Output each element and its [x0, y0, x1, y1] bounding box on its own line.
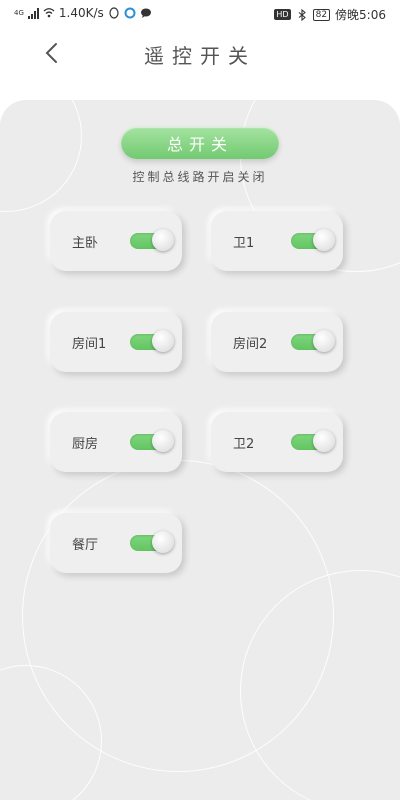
toggle-knob [152, 330, 174, 352]
toggle-knob [313, 229, 335, 251]
control-panel: 总开关 控制总线路开启关闭 主卧 卫1 房间1 房间2 厨房 卫2 餐厅 [0, 100, 400, 800]
switch-card-dining-room: 餐厅 [50, 513, 182, 573]
switch-label: 房间2 [233, 337, 268, 352]
switch-card-room-2: 房间2 [211, 312, 343, 372]
signal-icon [27, 7, 39, 19]
bluetooth-icon [298, 8, 306, 21]
switch-card-bathroom-2: 卫2 [211, 412, 343, 472]
battery-icon: 82 [312, 8, 331, 21]
master-switch-button[interactable]: 总开关 [121, 127, 279, 159]
status-right: HD 82 傍晚5:06 [274, 6, 386, 23]
status-time: 傍晚5:06 [335, 8, 386, 22]
network-speed: 1.40K/s [58, 6, 104, 20]
toggle-switch[interactable] [130, 531, 174, 553]
hd-badge: HD [274, 9, 291, 20]
switch-card-bathroom-1: 卫1 [211, 211, 343, 271]
switch-label: 主卧 [72, 236, 99, 251]
toggle-switch[interactable] [130, 229, 174, 251]
master-switch-description: 控制总线路开启关闭 [132, 170, 268, 184]
toggle-switch[interactable] [291, 430, 335, 452]
toggle-knob [313, 430, 335, 452]
switch-label: 卫1 [233, 236, 255, 251]
toggle-switch[interactable] [130, 330, 174, 352]
toggle-knob [313, 330, 335, 352]
toggle-switch[interactable] [291, 330, 335, 352]
toggle-knob [152, 430, 174, 452]
wifi-icon [43, 8, 55, 18]
status-left: 4G 1.40K/s [14, 6, 152, 20]
switch-label: 餐厅 [72, 538, 99, 553]
switch-label: 厨房 [72, 437, 99, 452]
qq-icon [109, 7, 119, 19]
master-switch-label: 总开关 [166, 135, 233, 154]
toggle-knob [152, 531, 174, 553]
toggle-switch[interactable] [130, 430, 174, 452]
switch-label: 房间1 [72, 337, 107, 352]
switch-card-room-1: 房间1 [50, 312, 182, 372]
decor-circle [0, 100, 82, 212]
switch-card-master-bedroom: 主卧 [50, 211, 182, 271]
toggle-knob [152, 229, 174, 251]
message-icon [140, 8, 151, 18]
status-bar: 4G 1.40K/s HD 82 傍晚5:06 [0, 0, 400, 28]
page-title: 遥控开关 [144, 44, 256, 68]
toggle-switch[interactable] [291, 229, 335, 251]
switch-card-kitchen: 厨房 [50, 412, 182, 472]
app-header: 遥控开关 [0, 28, 400, 80]
switch-label: 卫2 [233, 437, 255, 452]
app-ring-icon [124, 7, 136, 19]
network-type: 4G [14, 8, 24, 17]
